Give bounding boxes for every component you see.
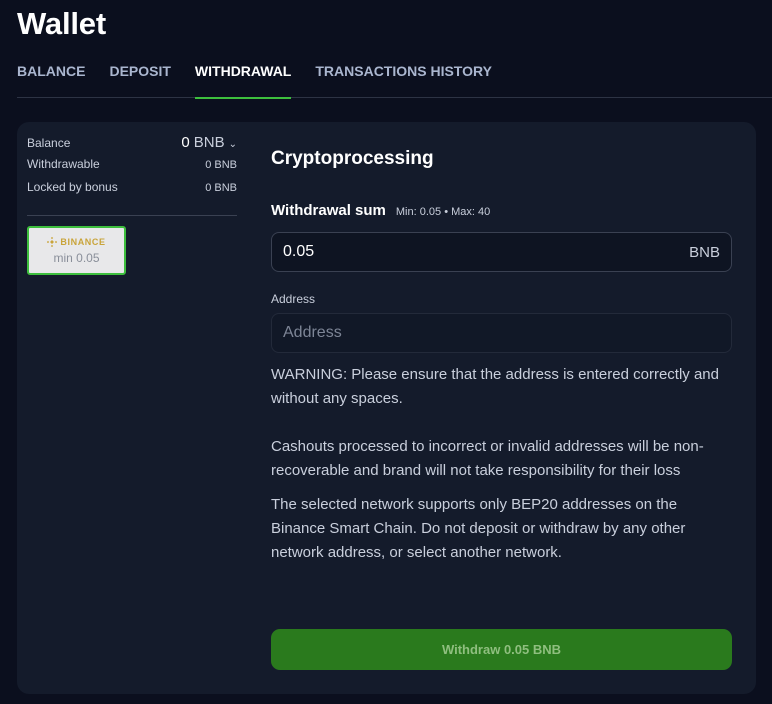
locked-label: Locked by bonus	[27, 180, 118, 194]
locked-row: Locked by bonus 0 BNB	[27, 180, 237, 203]
withdrawable-value: 0 BNB	[205, 159, 237, 171]
locked-value: 0 BNB	[205, 182, 237, 194]
tab-deposit[interactable]: DEPOSIT	[109, 54, 170, 98]
balance-summary: Balance 0 BNB ⌄ Withdrawable 0 BNB Locked …	[27, 134, 237, 275]
address-input[interactable]	[283, 324, 643, 342]
withdrawable-row: Withdrawable 0 BNB	[27, 157, 237, 180]
sum-input[interactable]	[283, 243, 643, 261]
balance-label: Balance	[27, 136, 71, 150]
address-label: Address	[271, 292, 316, 306]
chevron-down-icon: ⌄	[228, 139, 237, 150]
tab-balance[interactable]: BALANCE	[17, 54, 85, 98]
balance-row: Balance 0 BNB ⌄	[27, 134, 237, 157]
binance-logo: BINANCE	[47, 236, 106, 247]
sum-limits: Min: 0.05 • Max: 40	[395, 206, 491, 218]
balance-divider	[27, 215, 237, 216]
address-field	[271, 313, 732, 353]
withdraw-button[interactable]: Withdraw 0.05 BNB	[271, 629, 732, 670]
sum-label: Withdrawal sum	[271, 202, 386, 219]
binance-logo-icon	[47, 236, 58, 247]
payment-method-binance[interactable]: BINANCE min 0.05	[27, 226, 126, 275]
withdrawable-label: Withdrawable	[27, 157, 100, 171]
withdrawal-form: Cryptoprocessing Withdrawal sum Min: 0.0…	[271, 148, 732, 565]
sum-unit: BNB	[689, 243, 720, 261]
address-warning: WARNING: Please ensure that the address …	[271, 366, 719, 407]
wallet-tabs: BALANCE DEPOSIT WITHDRAWAL TRANSACTIONS …	[17, 54, 772, 99]
balance-value: 0	[181, 134, 190, 151]
page-title: Wallet	[17, 6, 106, 41]
tab-withdrawal[interactable]: WITHDRAWAL	[194, 54, 292, 99]
binance-logo-text: BINANCE	[60, 236, 106, 247]
sum-label-row: Withdrawal sum Min: 0.05 • Max: 40	[271, 202, 732, 219]
method-min-amount: min 0.05	[53, 250, 100, 265]
balance-currency: BNB	[193, 134, 225, 151]
section-title: Cryptoprocessing	[271, 148, 434, 169]
sum-field: BNB	[271, 232, 732, 272]
cashout-notice: Cashouts processed to incorrect or inval…	[271, 438, 704, 479]
withdrawal-panel: Balance 0 BNB ⌄ Withdrawable 0 BNB Locked …	[17, 122, 756, 694]
network-notice: The selected network supports only BEP20…	[271, 496, 686, 561]
tab-transactions-history[interactable]: TRANSACTIONS HISTORY	[315, 54, 492, 98]
currency-selector[interactable]: 0 BNB ⌄	[181, 134, 237, 151]
